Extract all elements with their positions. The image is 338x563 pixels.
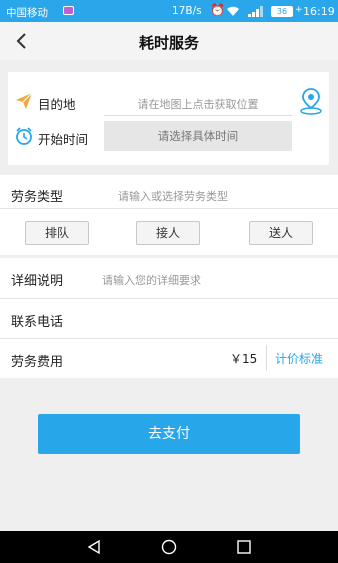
destination-label: 目的地 xyxy=(38,97,76,112)
details-input[interactable]: 请输入您的详细要求 xyxy=(102,272,201,288)
home-circle-icon[interactable] xyxy=(161,539,177,555)
charging-icon: + xyxy=(295,5,303,15)
destination-input[interactable]: 请在地图上点击获取位置 xyxy=(104,94,292,116)
service-option-pickup[interactable]: 接人 xyxy=(136,221,200,245)
service-option-queue[interactable]: 排队 xyxy=(25,221,89,245)
network-speed: 17B/s xyxy=(172,5,202,17)
page-title: 耗时服务 xyxy=(138,34,199,52)
nav-bar: 耗时服务 xyxy=(0,22,338,60)
location-card: 目的地 请在地图上点击获取位置 开始时间 请选择具体时间 xyxy=(8,72,329,165)
paper-plane-icon xyxy=(16,92,33,109)
start-time-select[interactable]: 请选择具体时间 xyxy=(104,121,292,151)
details-row: 详细说明 请输入您的详细要求 xyxy=(0,258,338,298)
start-time-row: 开始时间 请选择具体时间 xyxy=(8,121,329,151)
start-time-label: 开始时间 xyxy=(38,132,89,147)
wifi-icon xyxy=(227,6,239,16)
recents-square-icon[interactable] xyxy=(236,539,252,555)
system-nav-bar xyxy=(0,531,338,563)
phone-label: 联系电话 xyxy=(11,315,64,330)
service-type-input[interactable]: 请输入或选择劳务类型 xyxy=(118,188,228,204)
phone-row: 联系电话 xyxy=(0,299,338,338)
fee-amount: ￥15 xyxy=(230,352,258,366)
alarm-clock-icon xyxy=(16,127,32,145)
carrier-name: 中国移动 xyxy=(6,7,48,19)
back-triangle-icon[interactable] xyxy=(86,539,102,555)
pricing-standard-link[interactable]: 计价标准 xyxy=(275,350,323,367)
details-label: 详细说明 xyxy=(11,274,64,289)
alarm-icon: ⏰ xyxy=(210,3,225,17)
phone-input[interactable] xyxy=(100,299,330,338)
destination-row: 目的地 请在地图上点击获取位置 xyxy=(8,86,329,116)
clock-time: 16:19 xyxy=(303,5,335,18)
signal-icon xyxy=(248,6,263,17)
service-option-dropoff[interactable]: 送人 xyxy=(249,221,313,245)
divider xyxy=(0,208,338,209)
fee-separator xyxy=(266,345,267,371)
fee-label: 劳务费用 xyxy=(11,355,64,370)
status-bar: 中国移动 17B/s ⏰ 36 + 16:19 xyxy=(0,0,338,22)
service-type-label: 劳务类型 xyxy=(11,190,64,205)
map-location-icon[interactable] xyxy=(299,87,323,115)
pay-button[interactable]: 去支付 xyxy=(38,414,300,454)
battery-icon: 36 xyxy=(271,6,293,17)
sim-badge-icon xyxy=(63,6,74,15)
